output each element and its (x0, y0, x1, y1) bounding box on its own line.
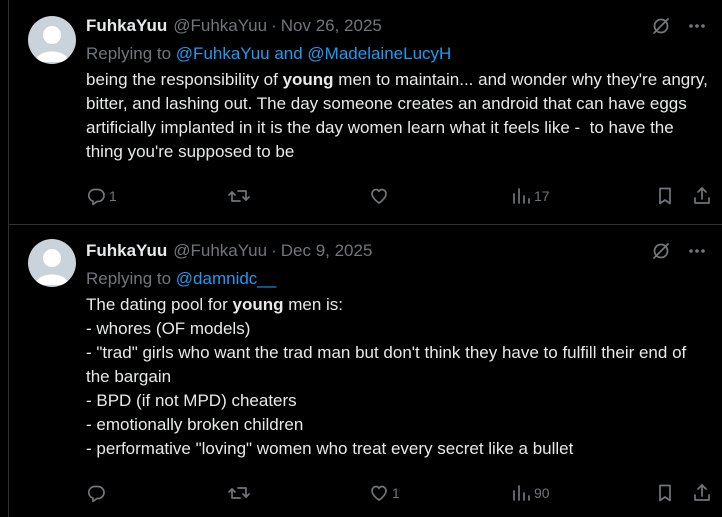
bookmark-button[interactable] (655, 481, 675, 505)
replying-to: Replying to @FuhkaYuu and @MadelaineLucy… (86, 44, 708, 64)
tweet-date[interactable]: Dec 9, 2025 (281, 241, 373, 261)
views-count: 17 (534, 188, 550, 204)
reply-button[interactable]: 1 (86, 184, 117, 208)
grok-icon[interactable] (650, 240, 672, 262)
tweet-actions: 1 17 (86, 184, 716, 208)
tweet-date[interactable]: Nov 26, 2025 (281, 16, 382, 36)
grok-icon[interactable] (650, 15, 672, 37)
author-name[interactable]: FuhkaYuu (86, 241, 167, 261)
like-button[interactable]: 1 (369, 481, 400, 505)
views-icon (511, 186, 531, 206)
share-icon (692, 483, 712, 503)
share-button[interactable] (692, 184, 712, 208)
author-handle[interactable]: @FuhkaYuu (173, 241, 267, 261)
views-button[interactable]: 90 (511, 481, 550, 505)
more-icon[interactable] (686, 240, 708, 262)
replying-to: Replying to @damnidc__ (86, 269, 708, 289)
like-button[interactable] (369, 184, 392, 208)
avatar[interactable] (28, 239, 76, 287)
share-button[interactable] (692, 481, 712, 505)
replying-to-link[interactable]: @damnidc__ (176, 269, 276, 288)
separator: · (271, 241, 277, 260)
like-count: 1 (392, 485, 400, 501)
more-icon[interactable] (686, 15, 708, 37)
reply-count: 1 (109, 188, 117, 204)
repost-button[interactable] (228, 184, 253, 208)
like-icon (369, 483, 389, 503)
replying-prefix: Replying to (86, 269, 172, 288)
tweet-text: being the responsibility of young men to… (86, 70, 713, 161)
repost-icon (228, 483, 250, 503)
avatar[interactable] (28, 16, 76, 64)
author-handle[interactable]: @FuhkaYuu (173, 16, 267, 36)
views-button[interactable]: 17 (511, 184, 550, 208)
author-name[interactable]: FuhkaYuu (86, 16, 167, 36)
repost-button[interactable] (228, 481, 253, 505)
tweet-text: The dating pool for young men is: - whor… (86, 295, 687, 458)
tweet-header: FuhkaYuu @FuhkaYuu · Nov 26, 2025 (86, 14, 708, 38)
bookmark-icon (655, 483, 675, 503)
tweet-header: FuhkaYuu @FuhkaYuu · Dec 9, 2025 (86, 239, 708, 263)
bookmark-button[interactable] (655, 184, 675, 208)
bookmark-icon (655, 186, 675, 206)
tweet-actions: 1 90 (86, 481, 716, 505)
like-icon (369, 186, 389, 206)
replying-prefix: Replying to (86, 44, 172, 63)
share-icon (692, 186, 712, 206)
views-icon (511, 483, 531, 503)
reply-icon (86, 186, 106, 206)
repost-icon (228, 186, 250, 206)
replying-to-link[interactable]: @FuhkaYuu and @MadelaineLucyH (176, 44, 452, 63)
views-count: 90 (534, 485, 550, 501)
tweet[interactable]: FuhkaYuu @FuhkaYuu · Nov 26, 2025 Replyi… (8, 0, 722, 224)
reply-icon (86, 483, 106, 503)
tweet[interactable]: FuhkaYuu @FuhkaYuu · Dec 9, 2025 Replyin… (8, 224, 722, 517)
separator: · (271, 16, 277, 35)
reply-button[interactable] (86, 481, 109, 505)
